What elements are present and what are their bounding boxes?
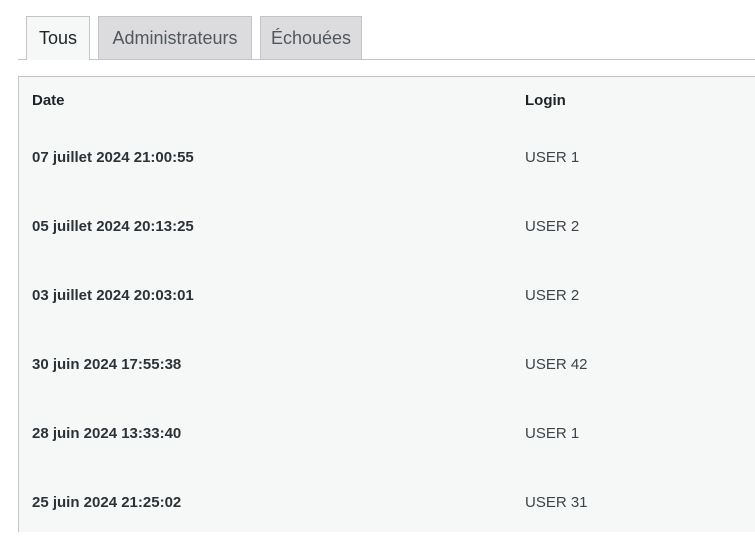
table-row: 05 juillet 2024 20:13:25 USER 2 (19, 192, 755, 261)
table-row: 07 juillet 2024 21:00:55 USER 1 (19, 123, 755, 192)
row-login: USER 42 (525, 330, 755, 399)
tab-administrators[interactable]: Administrateurs (98, 16, 252, 59)
row-date: 03 juillet 2024 20:03:01 (19, 261, 525, 330)
tab-failed[interactable]: Échouées (260, 16, 362, 59)
table-row: 03 juillet 2024 20:03:01 USER 2 (19, 261, 755, 330)
tab-all[interactable]: Tous (26, 16, 90, 60)
row-date: 30 juin 2024 17:55:38 (19, 330, 525, 399)
row-date: 25 juin 2024 21:25:02 (19, 468, 525, 537)
column-header-login: Login (525, 77, 755, 123)
row-login: USER 2 (525, 192, 755, 261)
row-login: USER 1 (525, 123, 755, 192)
tab-bar: Tous Administrateurs Échouées (0, 0, 755, 60)
row-login: USER 31 (525, 468, 755, 537)
row-login: USER 1 (525, 399, 755, 468)
login-history-panel: Date Login 07 juillet 2024 21:00:55 USER… (18, 76, 755, 532)
row-date: 05 juillet 2024 20:13:25 (19, 192, 525, 261)
table-row: 28 juin 2024 13:33:40 USER 1 (19, 399, 755, 468)
table-row: 25 juin 2024 21:25:02 USER 31 (19, 468, 755, 537)
row-login: USER 2 (525, 261, 755, 330)
table-row: 30 juin 2024 17:55:38 USER 42 (19, 330, 755, 399)
column-header-date: Date (19, 77, 525, 123)
row-date: 07 juillet 2024 21:00:55 (19, 123, 525, 192)
login-history-table: Date Login 07 juillet 2024 21:00:55 USER… (19, 77, 755, 537)
row-date: 28 juin 2024 13:33:40 (19, 399, 525, 468)
table-header-row: Date Login (19, 77, 755, 123)
